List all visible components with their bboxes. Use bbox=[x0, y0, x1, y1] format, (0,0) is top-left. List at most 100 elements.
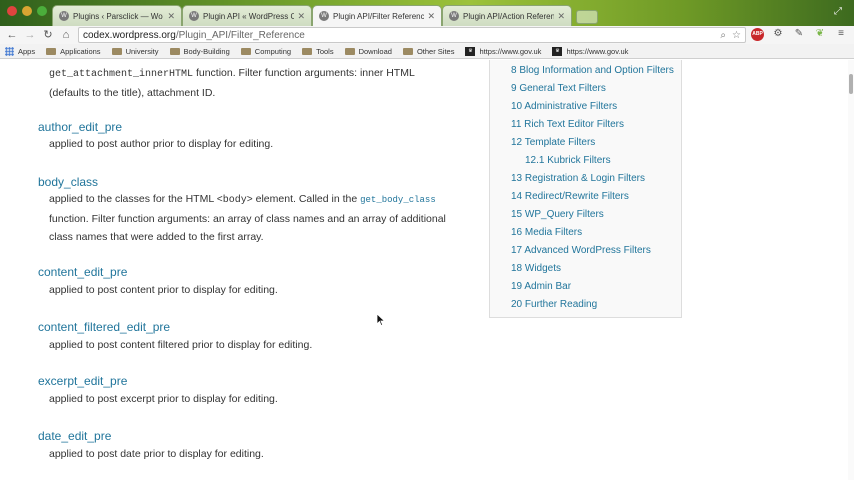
mouse-cursor-icon bbox=[377, 314, 385, 326]
pen-icon[interactable]: ✎ bbox=[792, 27, 806, 41]
folder-icon bbox=[240, 47, 251, 55]
bookmark-label: Applications bbox=[60, 46, 101, 56]
browser-toolbar: ← → ↻ ⌂ codex.wordpress.org/Plugin_API/F… bbox=[0, 26, 854, 44]
gear-icon[interactable]: ⚙ bbox=[771, 27, 785, 41]
toc-item-wp-query[interactable]: 15 WP_Query Filters bbox=[511, 209, 604, 220]
folder-icon bbox=[111, 47, 122, 55]
wordpress-favicon-icon: W bbox=[59, 11, 69, 21]
tab-strip: W Plugins ‹ Parsclick — Wo ✕ W Plugin AP… bbox=[52, 5, 598, 26]
bookmark-apps[interactable]: Apps bbox=[5, 46, 35, 56]
inline-code: <body> bbox=[216, 195, 253, 206]
filter-description: applied to post author prior to display … bbox=[49, 138, 274, 150]
filter-link-content-filtered-edit-pre[interactable]: content_filtered_edit_pre bbox=[38, 320, 170, 334]
url-host: codex.wordpress.org bbox=[83, 29, 176, 41]
tab-plugins-parsclick[interactable]: W Plugins ‹ Parsclick — Wo ✕ bbox=[52, 5, 182, 26]
minimize-window-button[interactable] bbox=[22, 6, 32, 16]
filter-link-excerpt-edit-pre[interactable]: excerpt_edit_pre bbox=[38, 374, 127, 388]
bookmark-tools[interactable]: Tools bbox=[302, 47, 334, 56]
toc-item-blog-information[interactable]: 8 Blog Information and Option Filters bbox=[511, 65, 674, 76]
toc-item-registration-login[interactable]: 13 Registration & Login Filters bbox=[511, 173, 645, 184]
wordpress-favicon-icon: W bbox=[189, 11, 199, 21]
intro-description: get_attachment_innerHTML function. Filte… bbox=[49, 64, 469, 102]
address-bar[interactable]: codex.wordpress.org/Plugin_API/Filter_Re… bbox=[78, 27, 746, 43]
filter-link-date-edit-pre[interactable]: date_edit_pre bbox=[38, 429, 111, 443]
close-tab-icon[interactable]: ✕ bbox=[427, 11, 435, 22]
filter-description: applied to post date prior to display fo… bbox=[49, 448, 264, 460]
home-icon[interactable]: ⌂ bbox=[57, 26, 75, 44]
bookmark-other-sites[interactable]: Other Sites bbox=[402, 46, 455, 56]
intro-line-2: (defaults to the title), attachment ID. bbox=[49, 87, 216, 99]
bookmark-label: Computing bbox=[254, 46, 292, 56]
tab-action-reference[interactable]: W Plugin API/Action Referen ✕ bbox=[442, 5, 572, 26]
bookmark-computing[interactable]: Computing bbox=[240, 46, 292, 56]
tab-plugin-api[interactable]: W Plugin API « WordPress C ✕ bbox=[182, 5, 312, 26]
bookmark-label: Other Sites bbox=[416, 46, 455, 56]
search-icon[interactable]: ⌕ bbox=[720, 30, 726, 41]
tab-title: Plugin API « WordPress C bbox=[203, 11, 295, 21]
close-tab-icon[interactable]: ✕ bbox=[557, 11, 565, 22]
bookmark-label: Download bbox=[358, 46, 392, 56]
zoom-window-button[interactable] bbox=[37, 6, 47, 16]
inline-code: get_attachment_innerHTML bbox=[49, 69, 194, 80]
filter-link-content-edit-pre[interactable]: content_edit_pre bbox=[38, 265, 127, 279]
window-controls bbox=[7, 6, 47, 16]
toc-item-media[interactable]: 16 Media Filters bbox=[511, 227, 582, 238]
tab-title: Plugins ‹ Parsclick — Wo bbox=[73, 11, 163, 21]
filter-link-body-class[interactable]: body_class bbox=[38, 175, 98, 189]
tab-title: Plugin API/Filter Referenc bbox=[333, 11, 425, 21]
fullscreen-icon[interactable]: ⤢ bbox=[834, 6, 846, 18]
bookmark-star-icon[interactable]: ☆ bbox=[732, 30, 741, 41]
scrollbar-thumb[interactable] bbox=[849, 74, 853, 94]
toc-item-general-text[interactable]: 9 General Text Filters bbox=[511, 83, 606, 94]
close-tab-icon[interactable]: ✕ bbox=[167, 11, 175, 22]
extensions-area: ABP ⚙ ✎ ❦ ≡ bbox=[751, 27, 848, 41]
toc-item-further-reading[interactable]: 20 Further Reading bbox=[511, 299, 597, 310]
bookmark-label: Tools bbox=[316, 46, 334, 56]
wordpress-favicon-icon: W bbox=[449, 11, 459, 21]
bookmark-label: Body-Building bbox=[183, 46, 230, 56]
toc-item-redirect-rewrite[interactable]: 14 Redirect/Rewrite Filters bbox=[511, 191, 629, 202]
toc-item-widgets[interactable]: 18 Widgets bbox=[511, 263, 561, 274]
toc-item-advanced-wordpress[interactable]: 17 Advanced WordPress Filters bbox=[511, 245, 651, 256]
bookmark-govuk-2[interactable]: ♛ https://www.gov.uk bbox=[552, 46, 629, 56]
folder-icon bbox=[402, 47, 413, 55]
wordpress-favicon-icon: W bbox=[319, 11, 329, 21]
folder-icon bbox=[344, 47, 355, 55]
page-content: get_attachment_innerHTML function. Filte… bbox=[0, 60, 848, 480]
filter-description: applied to post content filtered prior t… bbox=[49, 339, 313, 351]
url-path: /Plugin_API/Filter_Reference bbox=[175, 29, 305, 41]
folder-icon bbox=[46, 47, 57, 55]
adblock-plus-icon[interactable]: ABP bbox=[751, 27, 764, 41]
toc-item-kubrick[interactable]: 12.1 Kubrick Filters bbox=[525, 155, 611, 166]
back-arrow-icon[interactable]: ← bbox=[3, 26, 21, 44]
toc-item-admin-bar[interactable]: 19 Admin Bar bbox=[511, 281, 571, 292]
close-tab-icon[interactable]: ✕ bbox=[297, 11, 305, 22]
menu-icon[interactable]: ≡ bbox=[834, 27, 848, 41]
govuk-icon: ♛ bbox=[465, 46, 476, 56]
bookmark-download[interactable]: Download bbox=[344, 46, 392, 56]
close-window-button[interactable] bbox=[7, 6, 17, 16]
get-body-class-link[interactable]: get_body_class bbox=[360, 195, 436, 205]
filter-description: applied to post content prior to display… bbox=[49, 284, 278, 296]
filter-description: applied to post excerpt prior to display… bbox=[49, 393, 278, 405]
folder-icon bbox=[169, 47, 180, 55]
bookmark-label: https://www.gov.uk bbox=[566, 46, 629, 56]
toc-item-template[interactable]: 12 Template Filters bbox=[511, 137, 595, 148]
tab-title: Plugin API/Action Referen bbox=[463, 11, 555, 21]
toc-item-rich-text-editor[interactable]: 11 Rich Text Editor Filters bbox=[511, 119, 624, 130]
new-tab-button[interactable] bbox=[576, 10, 598, 24]
bookmark-university[interactable]: University bbox=[111, 47, 159, 56]
apps-grid-icon bbox=[5, 46, 14, 56]
bookmark-body-building[interactable]: Body-Building bbox=[169, 46, 230, 56]
toc-item-administrative[interactable]: 10 Administrative Filters bbox=[511, 101, 617, 112]
leaf-icon[interactable]: ❦ bbox=[813, 27, 827, 41]
govuk-icon: ♛ bbox=[552, 46, 563, 56]
bookmarks-bar: Apps Applications University Body-Buildi… bbox=[0, 44, 854, 59]
tab-filter-reference[interactable]: W Plugin API/Filter Referenc ✕ bbox=[312, 5, 442, 26]
reload-icon[interactable]: ↻ bbox=[39, 26, 57, 44]
bookmark-govuk-1[interactable]: ♛ https://www.gov.uk bbox=[465, 46, 541, 56]
filter-link-author-edit-pre[interactable]: author_edit_pre bbox=[38, 120, 122, 134]
page-scrollbar[interactable] bbox=[848, 60, 854, 480]
forward-arrow-icon[interactable]: → bbox=[21, 26, 39, 44]
bookmark-applications[interactable]: Applications bbox=[46, 46, 101, 56]
